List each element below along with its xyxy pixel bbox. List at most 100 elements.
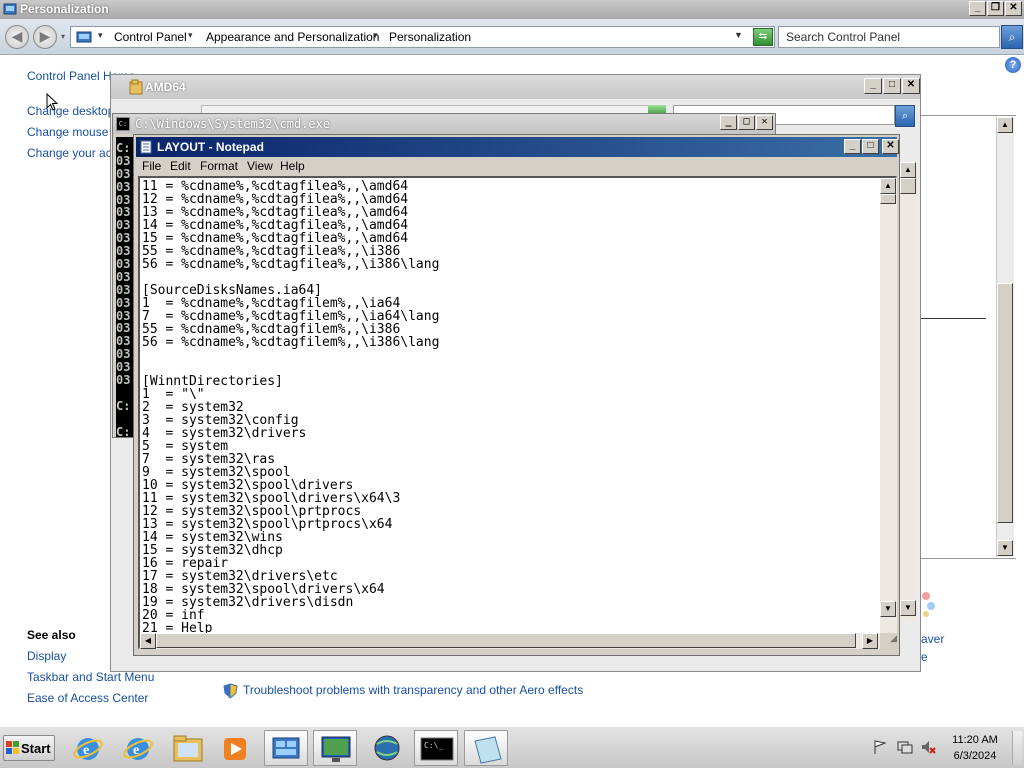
display-link[interactable]: Display	[27, 649, 66, 663]
control-panel-crumb-icon	[76, 29, 92, 48]
taskbar-explorer[interactable]	[166, 730, 210, 766]
scroll-thumb[interactable]	[156, 633, 856, 648]
notepad-text-content[interactable]: 11 = %cdname%,%cdtagfilea%,,\amd64 12 = …	[142, 180, 880, 633]
taskbar-display[interactable]	[313, 730, 357, 766]
search-icon[interactable]: ⌕	[1001, 25, 1023, 49]
scroll-up-button[interactable]: ▲	[900, 162, 916, 178]
maximize-button[interactable]: □	[738, 115, 755, 130]
svg-text:e: e	[83, 743, 89, 758]
partial-link[interactable]: e	[921, 650, 928, 664]
crumb-appearance[interactable]: Appearance and Personalization	[206, 30, 379, 44]
taskbar-notepad[interactable]	[464, 730, 508, 766]
notepad-icon	[139, 140, 153, 154]
ease-of-access-link[interactable]: Ease of Access Center	[27, 691, 148, 705]
restore-button[interactable]: ❐	[987, 1, 1004, 16]
minimize-button[interactable]: _	[864, 78, 882, 94]
scroll-thumb[interactable]	[997, 283, 1013, 523]
menu-format[interactable]: Format	[200, 159, 238, 173]
svg-text:C:\_: C:\_	[424, 741, 443, 750]
notepad-menubar: File Edit Format View Help	[136, 157, 897, 175]
recent-pages-chevron-icon[interactable]: ▾	[61, 32, 65, 41]
taskbar-start-menu-link[interactable]: Taskbar and Start Menu	[27, 670, 154, 684]
help-icon[interactable]: ?	[1005, 57, 1021, 73]
screen-saver-icon	[922, 586, 936, 622]
maximize-button[interactable]: □	[883, 78, 901, 94]
taskbar-media-player[interactable]	[214, 730, 258, 766]
forward-button[interactable]: ▶	[33, 25, 57, 49]
scroll-thumb[interactable]	[880, 194, 896, 204]
scroll-up-button[interactable]: ▲	[880, 178, 896, 194]
show-desktop-button[interactable]	[1012, 731, 1022, 765]
screen-saver-link-partial[interactable]: aver	[921, 632, 944, 646]
control-panel-icon	[272, 737, 300, 759]
taskbar-control-panel[interactable]	[264, 730, 308, 766]
scroll-right-button[interactable]: ▶	[862, 633, 878, 649]
minimize-button[interactable]: _	[844, 139, 861, 154]
refresh-icon[interactable]: ⇆	[753, 28, 773, 46]
notepad-window: LAYOUT - Notepad _ □ ✕ File Edit Format …	[133, 134, 900, 656]
volume-muted-icon[interactable]	[920, 739, 936, 755]
search-input[interactable]: Search Control Panel	[778, 26, 1000, 48]
windows-logo-icon	[6, 741, 20, 758]
scroll-left-button[interactable]: ◀	[140, 633, 156, 649]
clock-date: 6/3/2024	[953, 750, 997, 762]
crumb-personalization[interactable]: Personalization	[389, 30, 471, 44]
cmd-vertical-scrollbar[interactable]: ▲ ▼	[900, 162, 917, 622]
menu-file[interactable]: File	[142, 159, 161, 173]
scroll-thumb[interactable]	[900, 178, 916, 194]
taskbar-internet-explorer[interactable]: e	[66, 730, 110, 766]
troubleshoot-aero-link[interactable]: Troubleshoot problems with transparency …	[243, 683, 583, 697]
menu-view[interactable]: View	[247, 159, 273, 173]
folder-icon	[129, 79, 143, 95]
svg-text:e: e	[133, 743, 139, 758]
menu-help[interactable]: Help	[280, 159, 305, 173]
shield-icon	[223, 683, 238, 702]
internet-explorer-icon: e	[73, 738, 103, 760]
window-title: C:\Windows\System32\cmd.exe	[135, 117, 331, 131]
crumb-separator-icon[interactable]: ▾	[373, 30, 378, 41]
notepad-vertical-scrollbar[interactable]: ▲ ▼	[880, 178, 897, 633]
close-button[interactable]: ✕	[882, 139, 899, 154]
cmd-titlebar[interactable]: C: C:\Windows\System32\cmd.exe _ □ ✕	[113, 114, 775, 134]
control-panel-icon	[3, 2, 17, 16]
taskbar-network[interactable]	[365, 730, 409, 766]
minimize-button[interactable]: _	[969, 1, 986, 16]
notepad-editor[interactable]: 11 = %cdname%,%cdtagfilea%,,\amd64 12 = …	[138, 176, 897, 649]
media-player-icon	[224, 738, 246, 760]
close-button[interactable]: ✕	[756, 115, 773, 130]
globe-icon	[374, 735, 400, 761]
folder-vertical-scrollbar[interactable]: ▲ ▼	[996, 117, 1014, 557]
network-icon[interactable]	[897, 739, 913, 755]
back-button[interactable]: ◀	[5, 25, 29, 49]
search-icon[interactable]: ⌕	[895, 105, 915, 127]
taskbar-internet-explorer-2[interactable]: e	[116, 730, 160, 766]
close-button[interactable]: ✕	[902, 78, 920, 94]
change-account-picture-link[interactable]: Change your acc	[27, 146, 118, 160]
crumb-control-panel[interactable]: Control Panel	[114, 30, 187, 44]
menu-edit[interactable]: Edit	[170, 159, 191, 173]
maximize-button[interactable]: □	[862, 139, 879, 154]
window-title: LAYOUT - Notepad	[157, 140, 264, 154]
scroll-up-button[interactable]: ▲	[997, 117, 1013, 133]
divider	[921, 318, 986, 319]
notepad-titlebar[interactable]: LAYOUT - Notepad _ □ ✕	[136, 137, 899, 157]
start-button[interactable]: Start	[3, 735, 55, 761]
minimize-button[interactable]: _	[720, 115, 737, 130]
control-panel-titlebar[interactable]: Personalization _ ❐ ✕	[0, 0, 1024, 19]
monitor-icon	[321, 736, 351, 762]
crumb-separator-icon[interactable]: ▾	[98, 30, 103, 41]
taskbar-cmd[interactable]: C:\_	[414, 730, 458, 766]
address-dropdown-icon[interactable]: ▼	[734, 30, 743, 40]
scroll-down-button[interactable]: ▼	[880, 601, 896, 617]
scroll-down-button[interactable]: ▼	[997, 540, 1013, 556]
folder-address-bar[interactable]	[201, 105, 666, 113]
breadcrumb[interactable]: ▾ Control Panel ▾ Appearance and Persona…	[70, 26, 775, 48]
notepad-horizontal-scrollbar[interactable]: ◀ ▶	[140, 633, 880, 649]
scroll-down-button[interactable]: ▼	[900, 600, 916, 616]
resize-grip-icon[interactable]: ◢	[880, 633, 897, 649]
flag-icon[interactable]	[872, 739, 888, 755]
system-clock[interactable]: 11:20 AM 6/3/2024	[940, 732, 1010, 764]
close-button[interactable]: ✕	[1005, 1, 1022, 16]
crumb-separator-icon[interactable]: ▾	[188, 30, 193, 41]
amd64-titlebar[interactable]: AMD64 _ □ ✕	[111, 75, 920, 99]
